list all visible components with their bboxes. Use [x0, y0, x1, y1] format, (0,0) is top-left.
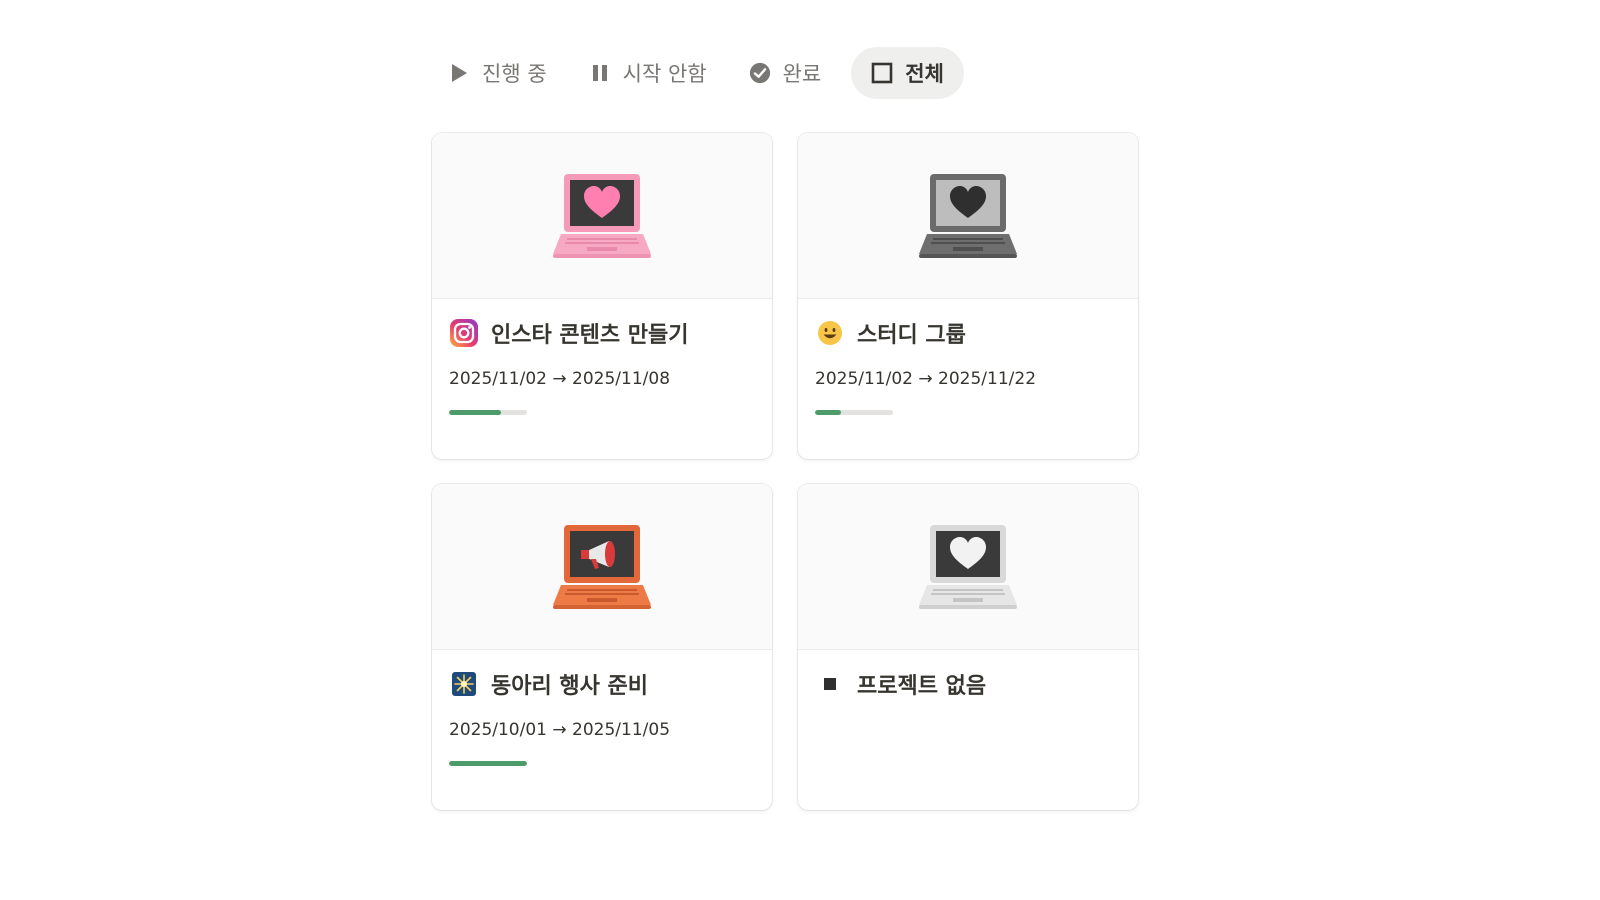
- tab-not-started[interactable]: 시작 안함: [589, 47, 727, 99]
- tab-label: 진행 중: [482, 62, 547, 86]
- progress-fill: [449, 761, 527, 766]
- pause-icon: [589, 62, 611, 84]
- progress-bar: [815, 410, 893, 415]
- tab-label: 전체: [905, 62, 944, 86]
- laptop-heart-icon: [553, 173, 651, 258]
- project-title: 프로젝트 없음: [857, 674, 987, 699]
- tab-all[interactable]: 전체: [851, 47, 964, 99]
- project-card[interactable]: 동아리 행사 준비 2025/10/01 → 2025/11/05: [432, 484, 772, 810]
- card-cover: [432, 484, 772, 650]
- progress-bar: [449, 410, 527, 415]
- tab-label: 시작 안함: [622, 62, 707, 86]
- project-dates: 2025/10/01 → 2025/11/05: [449, 720, 671, 740]
- project-title: 인스타 콘텐츠 만들기: [491, 323, 689, 348]
- project-dates: 2025/11/02 → 2025/11/08: [449, 369, 671, 389]
- instagram-icon: [449, 318, 479, 348]
- sparkler-icon: [449, 669, 479, 699]
- tab-in-progress[interactable]: 진행 중: [448, 47, 567, 99]
- project-card[interactable]: 인스타 콘텐츠 만들기 2025/11/02 → 2025/11/08: [432, 133, 772, 459]
- laptop-megaphone-icon: [553, 524, 651, 609]
- card-cover: [798, 133, 1138, 299]
- square-icon: [871, 62, 893, 84]
- project-dates: 2025/11/02 → 2025/11/22: [815, 369, 1037, 389]
- project-title: 동아리 행사 준비: [491, 674, 648, 699]
- smiley-icon: [815, 318, 845, 348]
- laptop-heart-icon: [919, 524, 1017, 609]
- progress-fill: [815, 410, 841, 415]
- tab-done[interactable]: 완료: [749, 47, 842, 99]
- laptop-heart-icon: [919, 173, 1017, 258]
- card-cover: [798, 484, 1138, 650]
- check-circle-icon: [749, 62, 771, 84]
- black-square-icon: [815, 669, 845, 699]
- progress-fill: [449, 410, 502, 415]
- view-tabs: 진행 중 시작 안함 완료 전체: [448, 46, 986, 100]
- play-icon: [448, 62, 470, 84]
- tab-label: 완료: [782, 62, 822, 86]
- project-card[interactable]: 프로젝트 없음: [798, 484, 1138, 810]
- project-card[interactable]: 스터디 그룹 2025/11/02 → 2025/11/22: [798, 133, 1138, 459]
- progress-bar: [449, 761, 527, 766]
- card-cover: [432, 133, 772, 299]
- project-title: 스터디 그룹: [857, 323, 966, 348]
